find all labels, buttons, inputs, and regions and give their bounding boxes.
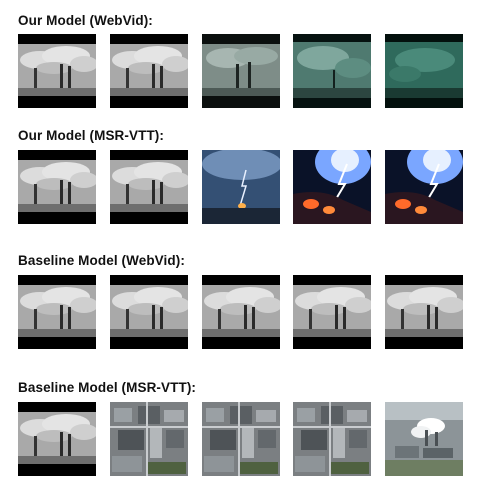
video-frame-image — [202, 150, 280, 224]
row1-frame-2 — [110, 34, 188, 108]
video-frame-image — [18, 275, 96, 349]
video-frame-image — [385, 150, 463, 224]
row2-frame-5 — [385, 150, 463, 224]
row3-frame-3 — [202, 275, 280, 349]
row-label-our-model-webvid: Our Model (WebVid): — [18, 13, 153, 28]
row1-frame-4 — [293, 34, 371, 108]
video-frame-image — [385, 34, 463, 108]
video-frame-image — [110, 402, 188, 476]
video-frame-image — [18, 150, 96, 224]
row-label-baseline-msrvtt: Baseline Model (MSR-VTT): — [18, 380, 197, 395]
video-frame-image — [293, 34, 371, 108]
row3-frame-5 — [385, 275, 463, 349]
row4-frame-4 — [293, 402, 371, 476]
row2-frame-3 — [202, 150, 280, 224]
video-frame-image — [202, 402, 280, 476]
video-frame-image — [202, 275, 280, 349]
row2-frame-1 — [18, 150, 96, 224]
video-frame-image — [110, 275, 188, 349]
video-frame-image — [293, 402, 371, 476]
video-frame-image — [110, 150, 188, 224]
row4-frame-2 — [110, 402, 188, 476]
video-frame-image — [385, 275, 463, 349]
row4-frame-3 — [202, 402, 280, 476]
video-frame-image — [18, 34, 96, 108]
video-frame-image — [293, 275, 371, 349]
row1-frame-1 — [18, 34, 96, 108]
row4-frame-1 — [18, 402, 96, 476]
row4-frame-5 — [385, 402, 463, 476]
video-frame-image — [385, 402, 463, 476]
row2-frame-4 — [293, 150, 371, 224]
video-frame-image — [202, 34, 280, 108]
row3-frame-4 — [293, 275, 371, 349]
row3-frame-2 — [110, 275, 188, 349]
row1-frame-5 — [385, 34, 463, 108]
row3-frame-1 — [18, 275, 96, 349]
row1-frame-3 — [202, 34, 280, 108]
row2-frame-2 — [110, 150, 188, 224]
row-label-baseline-webvid: Baseline Model (WebVid): — [18, 253, 185, 268]
row-label-our-model-msrvtt: Our Model (MSR-VTT): — [18, 128, 164, 143]
video-frame-image — [18, 402, 96, 476]
video-frame-image — [110, 34, 188, 108]
video-frame-image — [293, 150, 371, 224]
